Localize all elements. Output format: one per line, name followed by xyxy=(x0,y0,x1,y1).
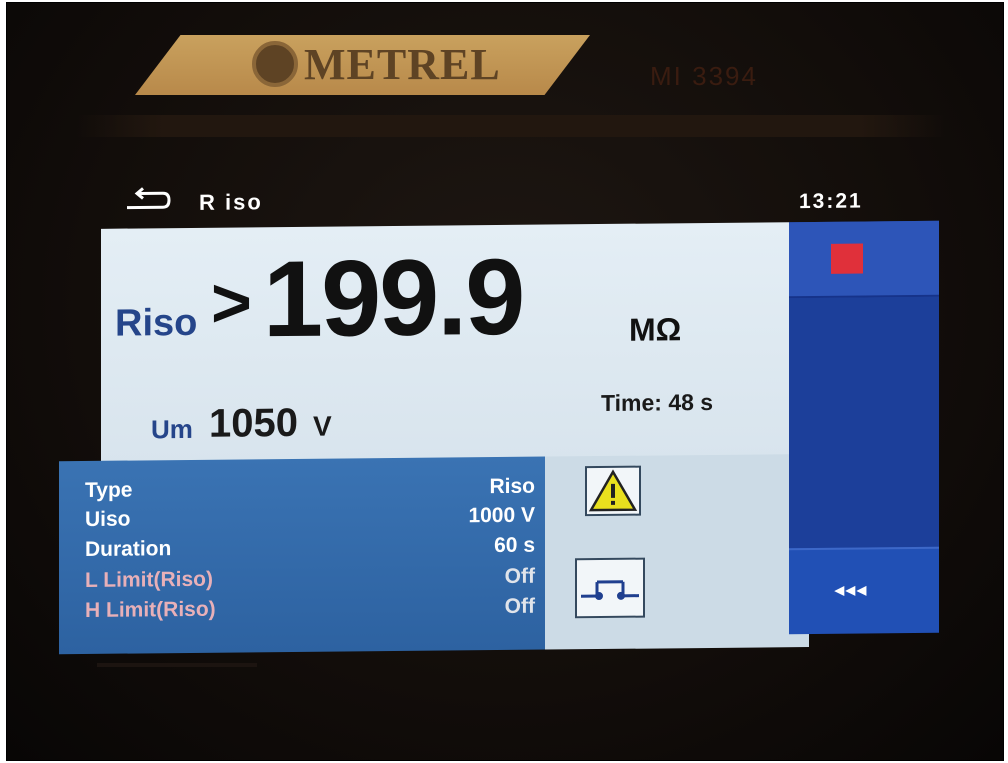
param-value: 60 s xyxy=(494,533,535,558)
param-row-duration[interactable]: Duration 60 s xyxy=(85,534,535,566)
stop-icon xyxy=(831,243,863,274)
param-label: Uiso xyxy=(85,507,131,531)
side-action-bar: ◂◂◂ xyxy=(789,220,939,635)
device-body: METREL MI 3394 R iso 13:21 Riso > 199.9 … xyxy=(6,2,1004,761)
bezel-bottom-mark xyxy=(97,663,257,667)
greater-than-sign: > xyxy=(211,263,252,342)
more-options-button[interactable]: ◂◂◂ xyxy=(789,546,939,635)
elapsed-time: Time: 48 s xyxy=(601,388,714,417)
warning-indicator xyxy=(585,465,641,517)
result-panel: Riso > 199.9 MΩ Um 1050 V Time: 48 s xyxy=(101,222,789,469)
param-value: Off xyxy=(504,594,535,618)
um-label: Um xyxy=(151,413,193,445)
brand-name: METREL xyxy=(304,40,501,89)
param-row-type[interactable]: Type Riso xyxy=(85,475,535,507)
param-value: Off xyxy=(504,564,535,588)
parameters-panel[interactable]: Type Riso Uiso 1000 V Duration 60 s L Li… xyxy=(59,456,545,655)
param-label: Type xyxy=(85,478,133,502)
param-label: L Limit(Riso) xyxy=(85,567,213,592)
metrel-logo-icon xyxy=(252,41,298,87)
um-unit: V xyxy=(313,410,332,442)
param-value: Riso xyxy=(489,474,535,499)
riso-label: Riso xyxy=(115,301,198,345)
param-label: H Limit(Riso) xyxy=(85,597,216,622)
um-value: 1050 xyxy=(209,400,298,446)
status-icons-panel xyxy=(545,454,809,650)
riso-value: 199.9 xyxy=(263,235,524,360)
bezel-divider xyxy=(77,115,947,137)
more-arrows-icon: ◂◂◂ xyxy=(835,579,869,600)
model-name: MI 3394 xyxy=(650,61,758,91)
device-screen: R iso 13:21 Riso > 199.9 MΩ Um 1050 V Ti… xyxy=(59,171,939,655)
param-value: 1000 V xyxy=(468,503,535,528)
riso-unit: MΩ xyxy=(629,311,682,348)
switch-indicator xyxy=(575,557,645,619)
screen-title: R iso xyxy=(199,189,263,215)
param-row-uiso[interactable]: Uiso 1000 V xyxy=(85,504,535,536)
param-row-high-limit[interactable]: H Limit(Riso) Off xyxy=(85,595,535,627)
status-bar: R iso 13:21 xyxy=(59,171,939,227)
stop-test-button[interactable] xyxy=(789,220,939,299)
back-arrow-icon[interactable] xyxy=(125,186,171,216)
open-switch-icon xyxy=(581,580,639,601)
warning-triangle-icon xyxy=(588,469,638,512)
param-label: Duration xyxy=(85,537,172,561)
param-row-low-limit[interactable]: L Limit(Riso) Off xyxy=(85,565,535,597)
clock: 13:21 xyxy=(799,189,863,214)
